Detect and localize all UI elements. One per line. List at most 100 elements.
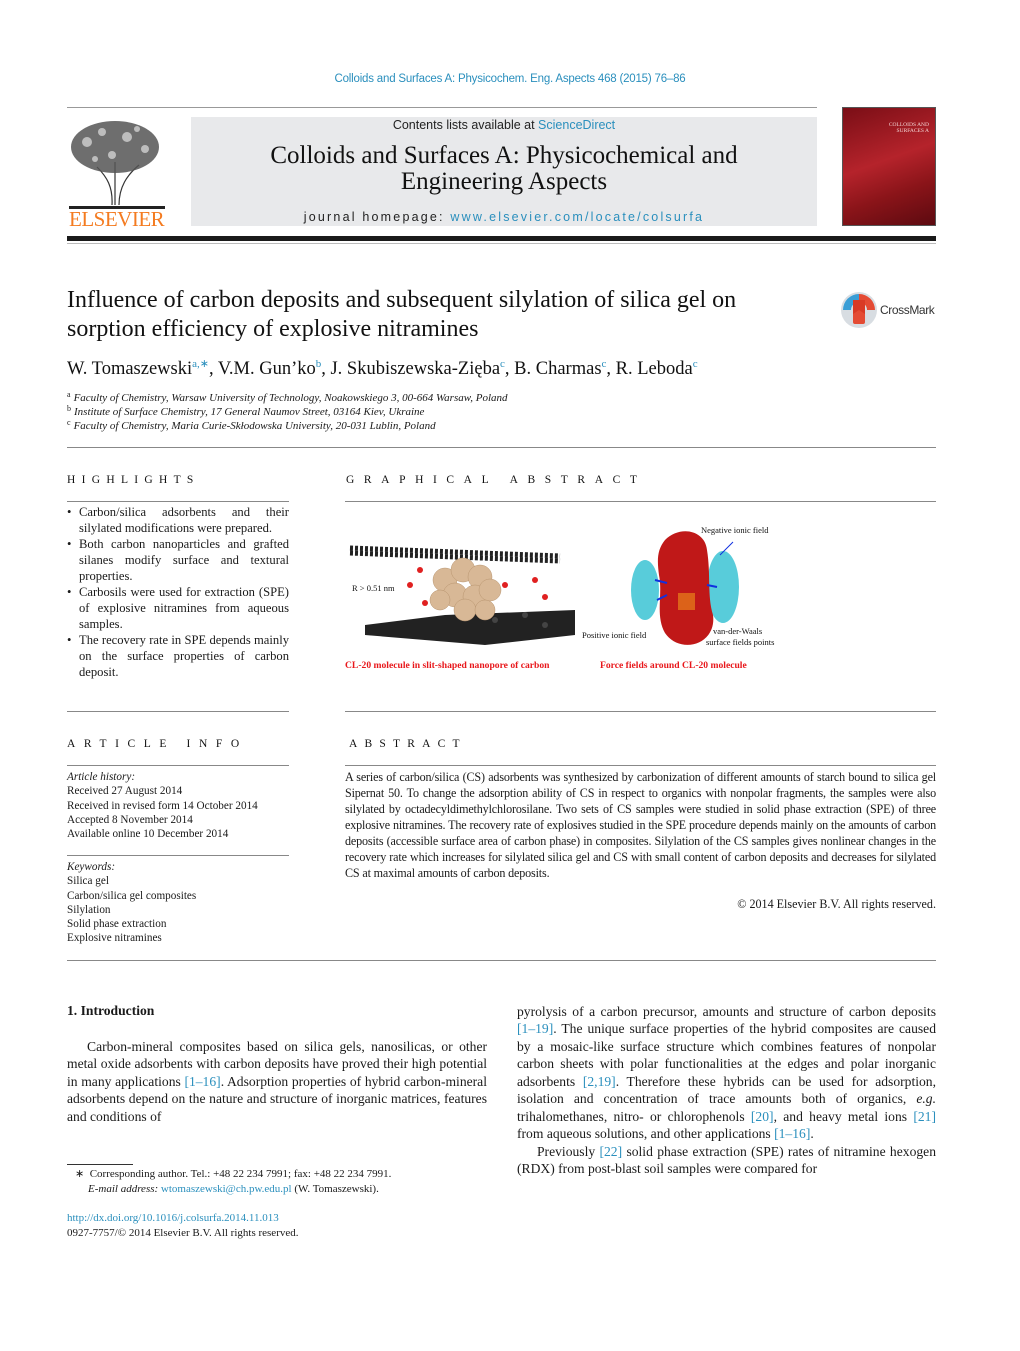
divider [67,711,289,712]
body-text: pyrolysis of a carbon precursor, amounts… [517,1004,936,1019]
keywords: Keywords: Silica gel Carbon/silica gel co… [67,860,289,946]
divider [345,501,936,502]
divider [67,107,817,108]
doi-link[interactable]: http://dx.doi.org/10.1016/j.colsurfa.201… [67,1211,299,1226]
right-caption: Force fields around CL-20 molecule [600,660,747,671]
journal-banner: Contents lists available at ScienceDirec… [191,117,817,226]
body-right-column: pyrolysis of a carbon precursor, amounts… [517,1003,936,1178]
negative-field-label: Negative ionic field [701,525,769,535]
contents-prefix: Contents lists available at [392,118,539,132]
history-entry: Accepted 8 November 2014 [67,813,193,826]
highlight-item: The recovery rate in SPE depends mainly … [67,632,289,680]
author-name[interactable]: V.M. Gun’ko [218,359,316,379]
keywords-label: Keywords: [67,861,116,873]
body-text: from aqueous solutions, and other applic… [517,1126,775,1142]
crossmark-icon [841,292,877,328]
author-name[interactable]: J. Skubiszewska-Zięba [330,359,500,379]
affiliation: a Faculty of Chemistry, Warsaw University… [67,390,508,404]
author-affiliation-mark[interactable]: b [316,358,322,370]
citation-link[interactable]: [1–16] [774,1126,810,1141]
journal-title-line1: Colloids and Surfaces A: Physicochemical… [270,142,738,169]
author-list: W. Tomaszewskia,∗, V.M. Gun’kob, J. Skub… [67,358,698,379]
divider [345,765,936,766]
graphical-abstract-heading: GRAPHICAL ABSTRACT [346,474,647,486]
citation-link[interactable]: [20] [751,1109,774,1124]
vdw-label-line1: van-der-Waals [713,626,763,636]
keyword: Carbon/silica gel composites [67,889,197,902]
elsevier-tree-icon [67,117,167,209]
sciencedirect-link[interactable]: ScienceDirect [538,118,615,132]
article-title: Influence of carbon deposits and subsequ… [67,286,827,344]
asterisk-mark: ∗ [75,1168,85,1180]
keyword: Silylation [67,903,111,916]
divider [67,960,936,961]
paragraph: pyrolysis of a carbon precursor, amounts… [517,1003,936,1143]
divider [345,711,936,712]
highlights-heading: HIGHLIGHTS [67,474,200,486]
graphical-abstract-figure[interactable]: R > 0.51 nm Negative ionic field Positiv… [345,515,795,680]
history-entry: Received in revised form 14 October 2014 [67,799,258,812]
crossmark-button[interactable]: CrossMark [840,291,940,329]
author-affiliation-mark[interactable]: c [602,358,607,370]
author-name[interactable]: R. Leboda [616,359,693,379]
paragraph: Carbon-mineral composites based on silic… [67,1038,487,1125]
citation-link[interactable]: [2,19] [583,1074,616,1089]
affiliation-text: Faculty of Chemistry, Maria Curie-Skłodo… [73,420,436,432]
positive-field-label: Positive ionic field [582,630,647,640]
author-affiliation-mark[interactable]: c [693,358,698,370]
header-rule-thin [67,243,936,244]
carbon-sheet-top [349,545,561,564]
author-name[interactable]: W. Tomaszewski [67,359,192,379]
left-caption: CL-20 molecule in slit-shaped nanopore o… [345,660,550,671]
affiliation-mark: b [67,404,71,413]
title-line2: sorption efficiency of explosive nitrami… [67,316,479,342]
footnote-doi: http://dx.doi.org/10.1016/j.colsurfa.201… [67,1211,299,1240]
affiliation: b Institute of Surface Chemistry, 17 Gene… [67,404,424,418]
journal-reference[interactable]: Colloids and Surfaces A: Physicochem. En… [0,73,1020,85]
issn-line: 0927-7757/© 2014 Elsevier B.V. All right… [67,1226,299,1239]
affiliation-text: Faculty of Chemistry, Warsaw University … [73,392,508,404]
affiliation-mark: a [67,390,71,399]
article-info-heading: ARTICLE INFO [67,738,248,750]
italic-text: e.g. [916,1091,936,1107]
citation-link[interactable]: [1–19] [517,1021,553,1036]
body-left-column: Carbon-mineral composites based on silic… [67,1038,487,1125]
pore-size-label: R > 0.51 nm [352,583,395,593]
divider [67,855,289,856]
corresponding-author: Corresponding author. Tel.: +48 22 234 7… [89,1168,392,1180]
abstract-heading: ABSTRACT [349,738,467,750]
highlight-item: Both carbon nanoparticles and grafted si… [67,536,289,584]
abstract-copyright: © 2014 Elsevier B.V. All rights reserved… [737,897,936,911]
body-text: . [810,1126,814,1142]
abstract-text: A series of carbon/silica (CS) adsorbent… [345,770,936,880]
keyword: Silica gel [67,875,109,888]
keyword: Solid phase extraction [67,918,167,931]
homepage-link[interactable]: www.elsevier.com/locate/colsurfa [450,210,704,224]
divider [67,501,289,502]
elsevier-wordmark: ELSEVIER [69,207,165,231]
history-entry: Received 27 August 2014 [67,785,183,798]
journal-title-line2: Engineering Aspects [400,168,608,195]
highlight-item: Carbosils were used for extraction (SPE)… [67,584,289,632]
cl20-molecule [429,557,502,622]
homepage-prefix: journal homepage: [303,210,451,224]
footnote-rule [67,1164,133,1165]
author-affiliation-mark[interactable]: c [500,358,505,370]
keyword: Explosive nitramines [67,932,162,945]
citation-link[interactable]: [22] [599,1144,622,1159]
author-affiliation-mark[interactable]: a,∗ [192,358,209,370]
email-link[interactable]: wtomaszewski@ch.pw.edu.pl [161,1183,292,1195]
journal-cover-thumbnail[interactable]: COLLOIDS AND SURFACES A [842,107,936,226]
contents-line: Contents lists available at ScienceDirec… [191,118,817,132]
citation-link[interactable]: [1–16] [184,1074,220,1089]
paragraph: Previously [22] solid phase extraction (… [517,1143,936,1178]
citation-link[interactable]: [21] [913,1109,936,1124]
header-rule [67,236,936,241]
section-heading-introduction: 1. Introduction [67,1003,155,1018]
author-name[interactable]: B. Charmas [514,359,601,379]
email-suffix: (W. Tomaszewski). [291,1182,379,1195]
footnote-corresponding: ∗ Corresponding author. Tel.: +48 22 234… [67,1167,391,1196]
email-label: E-mail address: [88,1182,159,1195]
force-field-red [657,531,714,645]
elsevier-logo[interactable]: ELSEVIER [67,117,167,231]
